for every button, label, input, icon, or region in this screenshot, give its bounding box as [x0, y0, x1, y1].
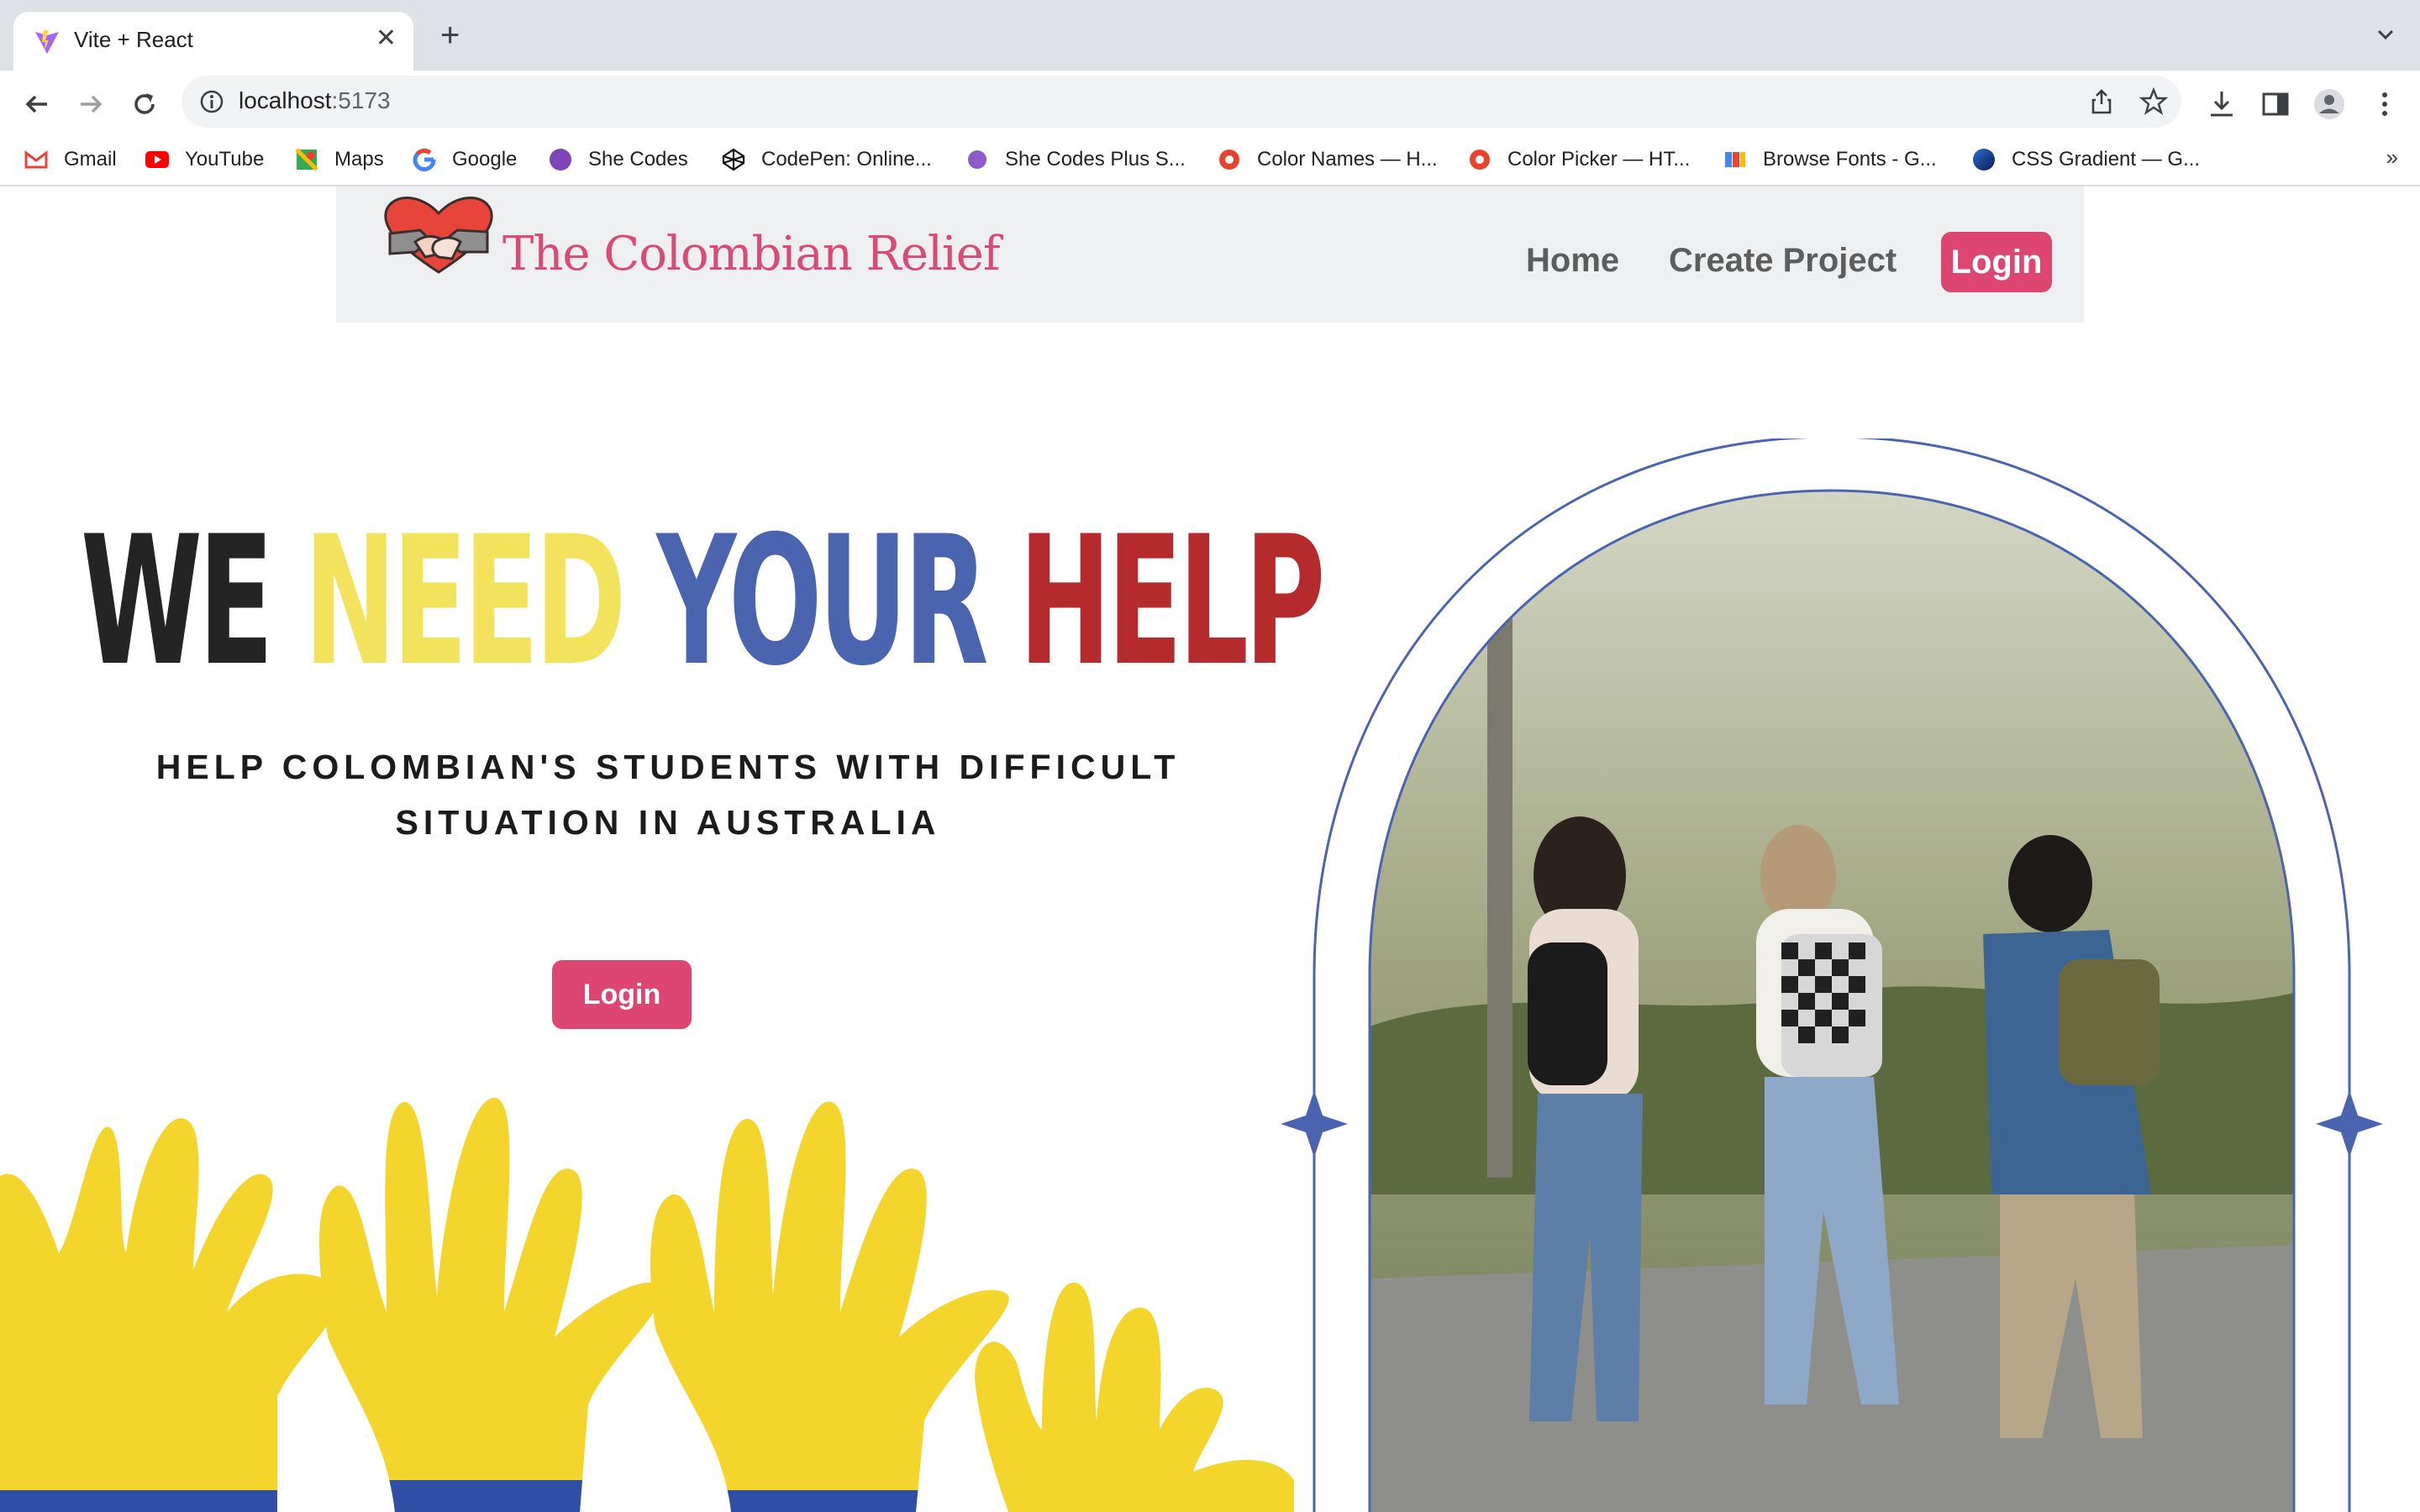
bookmarks-bar: Gmail YouTube Maps Google She Codes Code… [0, 136, 2420, 186]
bookmark-codepen[interactable]: CodePen: Online... [721, 144, 932, 175]
left-sparkle [1281, 1090, 1348, 1158]
side-panel-icon[interactable] [2259, 87, 2292, 121]
bookmark-browse-fonts[interactable]: Browse Fonts - G... [1723, 144, 1937, 175]
right-sparkle [2316, 1090, 2383, 1158]
youtube-icon [145, 151, 169, 168]
info-icon[interactable] [198, 88, 225, 115]
browser-tab[interactable]: Vite + React ✕ [13, 12, 413, 71]
page-viewport: The Colombian Relief Home Create Project… [0, 186, 2420, 1512]
profile-avatar-icon[interactable] [2312, 87, 2346, 121]
heart-hands-logo [384, 197, 493, 274]
back-arrow-icon[interactable] [18, 86, 55, 123]
bookmark-maps[interactable]: Maps [294, 144, 384, 175]
hero-subtitle-line-1: HELP COLOMBIAN'S STUDENTS WITH DIFFICULT [155, 748, 1181, 786]
new-tab-button[interactable]: + [440, 18, 460, 52]
tab-title: Vite + React [74, 27, 193, 52]
bookmark-star-icon[interactable] [2139, 87, 2168, 116]
forward-arrow-icon[interactable] [72, 86, 109, 123]
browser-toolbar: localhost:5173 [0, 71, 2420, 136]
nav-home-link[interactable]: Home [1526, 242, 1619, 280]
maps-icon [295, 148, 318, 171]
shecodes-icon [968, 150, 986, 169]
gradient-icon [1973, 149, 1995, 171]
colorpicker-icon [1470, 150, 1490, 170]
bookmark-color-names[interactable]: Color Names — H... [1217, 144, 1438, 175]
url-text: localhost:5173 [239, 87, 391, 113]
hero-word-we: WE [81, 497, 274, 705]
google-icon [413, 149, 436, 171]
nav-login-button[interactable]: Login [1941, 232, 2052, 292]
hero-word-your: YOUR [656, 497, 988, 705]
colorpicker-icon [1219, 150, 1239, 170]
bookmark-color-picker[interactable]: Color Picker — HT... [1467, 144, 1690, 175]
bookmark-youtube[interactable]: YouTube [145, 144, 264, 175]
vite-icon [35, 30, 59, 54]
gmail-icon [24, 150, 48, 169]
reload-icon[interactable] [126, 86, 163, 123]
tab-strip: Vite + React ✕ + [0, 0, 2420, 71]
bookmark-she-codes-plus[interactable]: She Codes Plus S... [965, 144, 1186, 175]
bookmark-she-codes[interactable]: She Codes [548, 144, 688, 175]
share-icon[interactable] [2087, 87, 2116, 116]
students-walking-photo-arch [1281, 438, 2383, 1512]
chevron-down-icon[interactable] [2376, 25, 2395, 44]
bookmark-gmail[interactable]: Gmail [24, 144, 117, 175]
bookmark-google[interactable]: Google [412, 144, 517, 175]
hero-subtitle-line-2: SITUATION IN AUSTRALIA [395, 803, 941, 842]
download-icon[interactable] [2205, 87, 2238, 121]
more-menu-icon[interactable] [2368, 87, 2402, 121]
bookmark-css-gradient[interactable]: CSS Gradient — G... [1971, 144, 2200, 175]
nav-create-project-link[interactable]: Create Project [1669, 242, 1897, 280]
close-tab-icon[interactable]: ✕ [376, 24, 397, 53]
bookmarks-overflow-button[interactable]: » [2386, 144, 2398, 171]
shecodes-icon [550, 149, 571, 171]
site-navbar: The Colombian Relief Home Create Project… [336, 186, 2084, 323]
colombian-flag-hands-image [0, 1097, 1294, 1512]
hero-title: WE NEED YOUR HELP [81, 512, 1325, 690]
brand-name[interactable]: The Colombian Relief [502, 227, 1001, 281]
address-bar[interactable]: localhost:5173 [182, 76, 2181, 128]
hero-word-need: NEED [303, 497, 627, 705]
hero-login-button[interactable]: Login [552, 960, 692, 1029]
hero-subtitle: HELP COLOMBIAN'S STUDENTS WITH DIFFICULT… [126, 739, 1210, 850]
fonts-icon [1725, 152, 1745, 167]
codepen-icon [722, 148, 745, 171]
